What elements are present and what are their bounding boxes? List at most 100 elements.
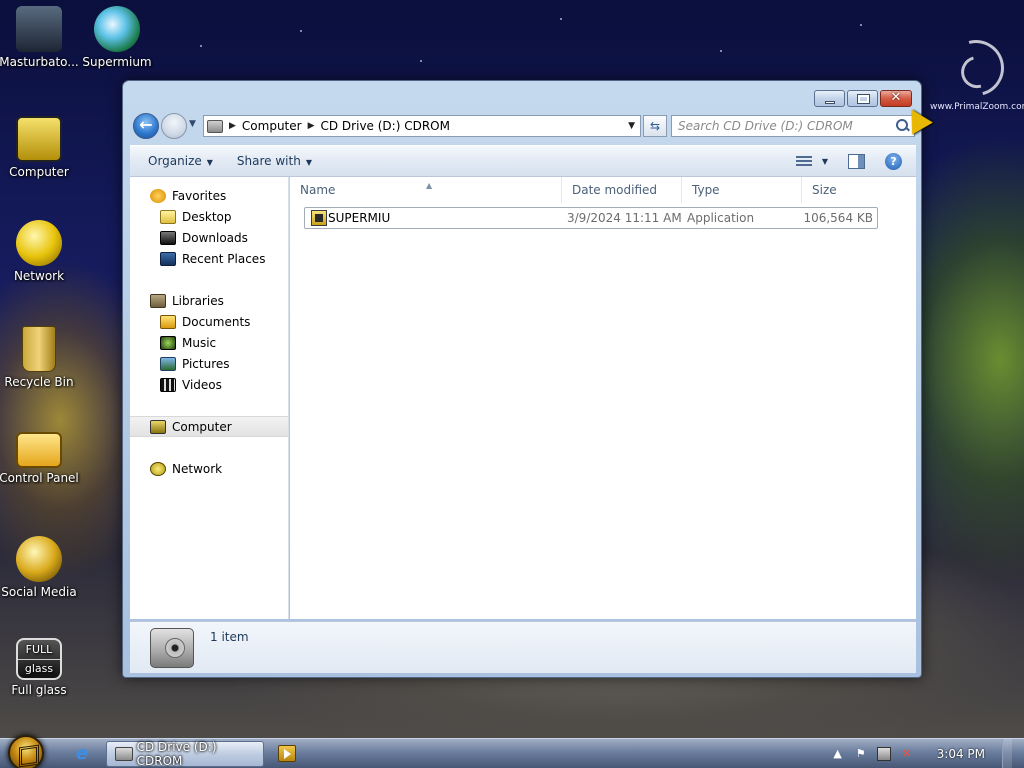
change-view-icon[interactable] <box>795 155 812 167</box>
full-glass-icon: FULL glass <box>16 638 62 680</box>
view-options-chevron-icon[interactable]: ▼ <box>822 157 828 166</box>
desktop-icon-label: Social Media <box>1 585 77 599</box>
nav-computer[interactable]: Computer <box>130 416 288 437</box>
toolbar-right-group: ▼ ? <box>795 152 902 170</box>
desktop-icon-supermium[interactable]: Supermium <box>75 6 159 69</box>
taskbar-button-cd-drive[interactable]: CD Drive (D:) CDROM <box>106 740 264 768</box>
file-list[interactable]: Name ▲ Date modified Type Size SUPERMIU 3… <box>290 177 916 619</box>
nav-recent-places[interactable]: Recent Places <box>130 248 288 269</box>
preview-pane-icon[interactable] <box>848 153 865 169</box>
column-header-label: Type <box>692 183 720 197</box>
nav-network[interactable]: Network <box>130 458 288 479</box>
desktop-icon-network[interactable]: Network <box>0 220 81 283</box>
column-header-type[interactable]: Type <box>682 177 802 203</box>
background-star <box>420 60 422 62</box>
minimize-button[interactable] <box>814 90 845 107</box>
desktop-icon-social-media[interactable]: Social Media <box>0 536 81 599</box>
nav-label: Videos <box>182 377 222 392</box>
desktop-icon-control-panel[interactable]: Control Panel <box>0 432 81 485</box>
refresh-button[interactable]: ⇆ <box>643 115 667 137</box>
desktop-icon-label: Supermium <box>82 55 152 69</box>
file-row[interactable]: SUPERMIU 3/9/2024 11:11 AM Application 1… <box>304 207 878 229</box>
column-header-label: Date modified <box>572 183 658 197</box>
show-hidden-icons-chevron-icon[interactable]: ▲ <box>831 747 845 761</box>
breadcrumb-computer[interactable]: Computer <box>242 119 302 133</box>
nav-label: Libraries <box>172 293 224 308</box>
column-header-date-modified[interactable]: Date modified <box>562 177 682 203</box>
nav-pictures[interactable]: Pictures <box>130 353 288 374</box>
column-header-name[interactable]: Name ▲ <box>290 177 562 203</box>
system-tray: ▲ ⚑ ✕ 3:04 PM <box>831 739 1024 768</box>
show-desktop-button[interactable] <box>1002 739 1012 768</box>
share-with-label: Share with <box>236 154 301 168</box>
search-box[interactable] <box>671 115 915 137</box>
desktop-icon-label: Masturbato... <box>0 55 79 69</box>
nav-label: Desktop <box>182 209 232 224</box>
nav-favorites[interactable]: Favorites <box>130 185 288 206</box>
nav-libraries[interactable]: Libraries <box>130 290 288 311</box>
column-header-size[interactable]: Size <box>802 177 882 203</box>
breadcrumb-separator-icon[interactable]: ▶ <box>229 121 236 131</box>
search-input[interactable] <box>672 117 893 135</box>
application-icon <box>311 210 327 226</box>
videos-icon <box>160 377 176 392</box>
file-size: 106,564 KB <box>803 211 873 225</box>
start-button[interactable] <box>8 735 44 768</box>
chevron-down-icon: ▼ <box>305 158 312 167</box>
nav-label: Downloads <box>182 230 248 245</box>
nav-downloads[interactable]: Downloads <box>130 227 288 248</box>
organize-menu[interactable]: Organize ▼ <box>142 150 219 172</box>
address-history-dropdown-icon[interactable]: ▼ <box>628 121 635 131</box>
maximize-button[interactable] <box>847 90 878 107</box>
help-icon[interactable]: ? <box>885 152 902 170</box>
network-status-icon[interactable] <box>876 747 891 761</box>
internet-explorer-icon[interactable]: e <box>70 744 94 764</box>
watermark: www.PrimalZoom.com <box>930 29 1024 112</box>
file-type: Application <box>687 211 755 225</box>
desktop-icon-masturbato[interactable]: Masturbato... <box>0 6 81 69</box>
share-with-menu[interactable]: Share with ▼ <box>231 150 318 172</box>
breadcrumb-cd-drive[interactable]: CD Drive (D:) CDROM <box>321 119 450 133</box>
desktop-icon-computer[interactable]: Computer <box>0 116 81 179</box>
full-glass-badge-line1: FULL <box>25 643 53 656</box>
libraries-icon <box>150 293 166 308</box>
item-count: 1 item <box>210 630 249 644</box>
volume-muted-icon[interactable]: ✕ <box>900 747 914 761</box>
cd-drive-icon <box>115 747 133 761</box>
back-button[interactable]: ← <box>133 113 159 139</box>
pictures-icon <box>160 356 176 371</box>
background-star <box>200 45 202 47</box>
forward-button[interactable] <box>161 113 187 139</box>
control-panel-icon <box>16 432 62 468</box>
media-player-icon[interactable] <box>278 745 296 762</box>
nav-music[interactable]: Music <box>130 332 288 353</box>
minimize-icon <box>825 101 835 104</box>
action-center-flag-icon[interactable]: ⚑ <box>854 747 868 761</box>
taskbar-button-label: CD Drive (D:) CDROM <box>136 740 217 768</box>
close-button[interactable]: ✕ <box>880 90 912 107</box>
clock[interactable]: 3:04 PM <box>937 747 985 761</box>
recent-pages-dropdown[interactable]: ▼ <box>189 119 196 129</box>
file-date-modified: 3/9/2024 11:11 AM <box>567 211 682 225</box>
back-arrow-icon: ← <box>139 115 153 134</box>
nav-desktop[interactable]: Desktop <box>130 206 288 227</box>
desktop-icon-full-glass[interactable]: FULL glass Full glass <box>0 638 81 697</box>
computer-icon <box>16 116 62 162</box>
nav-documents[interactable]: Documents <box>130 311 288 332</box>
breadcrumb-separator-icon[interactable]: ▶ <box>308 121 315 131</box>
background-star <box>860 24 862 26</box>
desktop-icon-label: Recycle Bin <box>4 375 74 389</box>
file-name: SUPERMIU <box>328 211 391 225</box>
address-bar[interactable]: ▶ Computer ▶ CD Drive (D:) CDROM ▼ <box>203 115 641 137</box>
computer-icon <box>150 419 166 434</box>
refresh-icon: ⇆ <box>649 119 661 133</box>
social-media-globe-icon <box>16 536 62 582</box>
background-star <box>720 50 722 52</box>
cd-drive-icon <box>207 119 223 133</box>
column-header-label: Name <box>300 183 336 197</box>
explorer-window[interactable]: ✕ ← ▼ ▶ Computer ▶ CD Drive (D:) CDROM ▼… <box>122 80 922 678</box>
details-pane: 1 item <box>130 621 916 673</box>
desktop-icon-recycle-bin[interactable]: Recycle Bin <box>0 326 81 389</box>
sort-ascending-icon: ▲ <box>426 181 433 190</box>
nav-videos[interactable]: Videos <box>130 374 288 395</box>
